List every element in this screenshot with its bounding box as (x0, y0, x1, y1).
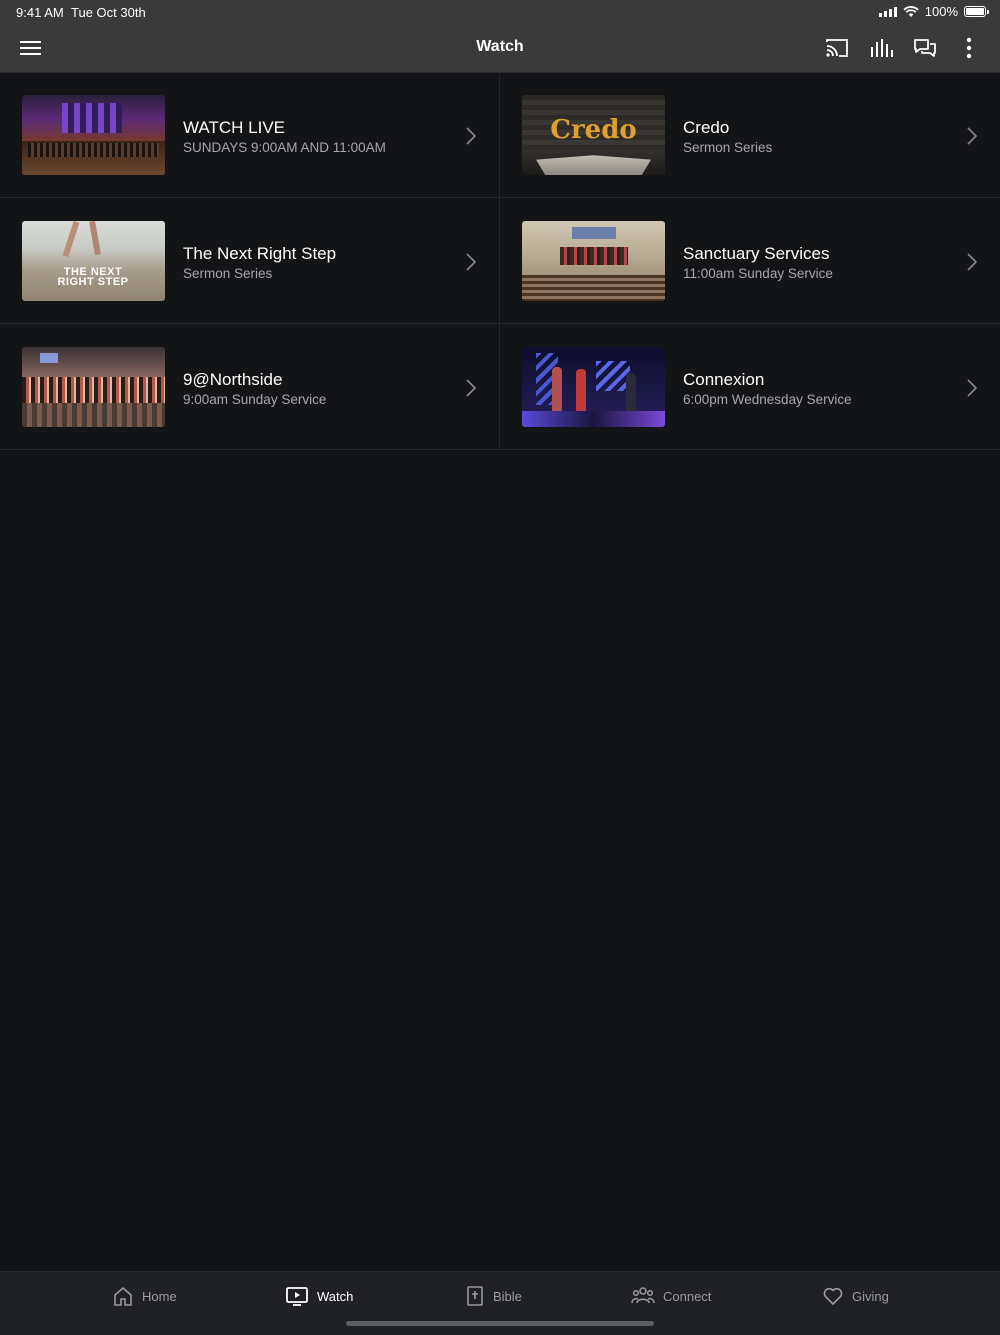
chevron-right-icon (967, 253, 978, 271)
chevron-right-icon (967, 127, 978, 145)
chevron-right-icon (466, 379, 477, 397)
item-title: Connexion (683, 370, 765, 389)
signal-icon (878, 6, 897, 17)
hamburger-menu-icon[interactable] (18, 36, 44, 60)
tab-home[interactable]: Home (112, 1285, 177, 1307)
thumbnail-watch-live (22, 95, 165, 175)
chevron-right-icon (967, 379, 978, 397)
tab-watch[interactable]: Watch (285, 1285, 353, 1307)
list-item-next-right-step[interactable]: THE NEXT RIGHT STEP The Next Right Step … (0, 198, 500, 324)
item-title: Credo (683, 118, 730, 137)
tab-home-label: Home (142, 1288, 177, 1304)
cast-icon[interactable] (824, 36, 850, 60)
more-options-icon[interactable] (956, 36, 982, 60)
home-icon (114, 1287, 132, 1306)
chevron-right-icon (466, 253, 477, 271)
item-subtitle: Sermon Series (683, 140, 773, 155)
status-indicators: 100% (878, 4, 989, 19)
watch-grid: WATCH LIVE SUNDAYS 9:00AM AND 11:00AM Cr… (0, 72, 1000, 450)
thumbnail-next-right-step: THE NEXT RIGHT STEP (22, 221, 165, 301)
status-time: 9:41 AM (16, 5, 64, 20)
status-date: Tue Oct 30th (71, 5, 146, 20)
tab-connect[interactable]: Connect (631, 1285, 711, 1307)
list-item-sanctuary-services[interactable]: Sanctuary Services 11:00am Sunday Servic… (500, 198, 1000, 324)
list-item-9-northside[interactable]: 9@Northside 9:00am Sunday Service (0, 324, 500, 450)
list-item-connexion[interactable]: Connexion 6:00pm Wednesday Service (500, 324, 1000, 450)
item-subtitle: Sermon Series (183, 266, 273, 281)
thumbnail-credo: Credo (522, 95, 665, 175)
item-subtitle: 6:00pm Wednesday Service (683, 392, 852, 407)
chevron-right-icon (466, 127, 477, 145)
item-title: Sanctuary Services (683, 244, 830, 263)
tab-connect-label: Connect (663, 1288, 712, 1304)
status-bar: 9:41 AM Tue Oct 30th 100% (0, 0, 1000, 24)
item-subtitle: SUNDAYS 9:00AM AND 11:00AM (183, 140, 386, 155)
item-subtitle: 9:00am Sunday Service (183, 392, 327, 407)
home-indicator[interactable] (346, 1321, 654, 1326)
heart-icon (823, 1287, 843, 1305)
chat-icon[interactable] (912, 36, 938, 60)
thumbnail-sanctuary-services (522, 221, 665, 301)
item-title: WATCH LIVE (183, 118, 286, 137)
nav-bar: Watch (0, 24, 1000, 73)
people-icon (631, 1287, 655, 1304)
thumbnail-connexion (522, 347, 665, 427)
item-title: The Next Right Step (183, 244, 337, 263)
audio-bars-icon[interactable] (868, 36, 894, 60)
item-title: 9@Northside (183, 370, 283, 389)
tab-watch-label: Watch (317, 1288, 354, 1304)
tab-bible-label: Bible (493, 1288, 522, 1304)
list-item-watch-live[interactable]: WATCH LIVE SUNDAYS 9:00AM AND 11:00AM (0, 72, 500, 198)
tv-icon (286, 1287, 308, 1306)
thumbnail-9-northside (22, 347, 165, 427)
item-subtitle: 11:00am Sunday Service (683, 266, 833, 281)
battery-percent: 100% (924, 4, 958, 19)
battery-icon (964, 6, 989, 17)
tab-giving-label: Giving (852, 1288, 889, 1304)
tab-bible[interactable]: Bible (465, 1285, 522, 1307)
list-item-credo[interactable]: Credo Credo Sermon Series (500, 72, 1000, 198)
next-right-step-thumb-text: THE NEXT RIGHT STEP (57, 266, 129, 288)
wifi-icon (903, 5, 919, 17)
credo-thumb-text: Credo (550, 115, 637, 145)
tab-giving[interactable]: Giving (822, 1285, 889, 1307)
bible-icon (467, 1286, 483, 1306)
